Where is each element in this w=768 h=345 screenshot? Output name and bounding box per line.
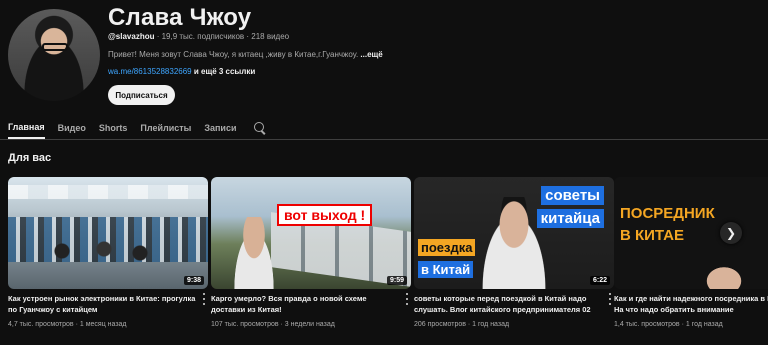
video-stats: 107 тыс. просмотров · 3 недели назад [211, 321, 335, 328]
video-thumbnail[interactable]: 9:38 [8, 177, 208, 289]
thumbnail-person [229, 217, 279, 289]
channel-links: wa.me/8613528832669 и ещё 3 ссылки [108, 67, 255, 76]
description-more[interactable]: ...ещё [360, 50, 382, 59]
thumbnail-overlay-line: ПОСРЕДНИК [620, 205, 715, 222]
video-duration: 9:59 [386, 276, 407, 285]
subscribe-button[interactable]: Подписаться [108, 85, 175, 105]
tab-videos[interactable]: Видео [58, 116, 86, 139]
more-vert-icon[interactable] [405, 293, 409, 305]
video-title[interactable]: Как устроен рынок электроники в Китае: п… [8, 293, 196, 315]
video-thumbnail[interactable]: вот выход ! 9:59 [211, 177, 411, 289]
avatar-glasses [42, 43, 68, 51]
video-card[interactable]: ПОСРЕДНИК В КИТАЕ Как и где найти надежно… [614, 177, 768, 328]
thumbnail-overlay-text: китайца [536, 209, 604, 228]
thumbnail-overlay-text: советы [541, 186, 604, 205]
tab-playlists[interactable]: Плейлисты [140, 116, 191, 139]
video-card[interactable]: вот выход ! 9:59 Карго умерло? Вся правд… [211, 177, 411, 328]
thumbnail-overlay-text: вот выход ! [277, 204, 373, 226]
search-icon[interactable] [253, 121, 267, 135]
tabs-divider [0, 139, 768, 140]
channel-meta: @slavazhou · 19,9 тыс. подписчиков · 218… [108, 32, 289, 41]
tab-shorts[interactable]: Shorts [99, 116, 128, 139]
video-duration: 9:38 [183, 276, 204, 285]
more-vert-icon[interactable] [608, 293, 612, 305]
video-stats: 206 просмотров · 1 год назад [414, 321, 510, 328]
channel-tabs: Главная Видео Shorts Плейлисты Записи [8, 116, 267, 139]
video-shelf: 9:38 Как устроен рынок электроники в Кит… [8, 177, 768, 345]
video-stats: 4,7 тыс. просмотров · 1 месяц назад [8, 321, 127, 328]
video-stats: 1,4 тыс. просмотров · 1 год назад [614, 321, 723, 328]
channel-name: Слава Чжоу [108, 4, 252, 31]
description-text: Привет! Меня зовут Слава Чжоу, я китаец … [108, 50, 361, 59]
video-title[interactable]: Как и где найти надежного посредника в К… [614, 293, 768, 315]
channel-avatar[interactable] [8, 9, 100, 101]
chevron-right-icon[interactable]: ❯ [720, 222, 742, 244]
thumbnail-overlay-text: ПОСРЕДНИК В КИТАЕ [620, 203, 715, 247]
channel-handle: @slavazhou [108, 32, 155, 41]
section-title: Для вас [8, 152, 52, 164]
more-vert-icon[interactable] [202, 293, 206, 305]
video-card[interactable]: 9:38 Как устроен рынок электроники в Кит… [8, 177, 208, 328]
thumbnail-overlay-line: В КИТАЕ [620, 227, 684, 244]
video-duration: 6:22 [589, 276, 610, 285]
video-thumbnail[interactable]: ПОСРЕДНИК В КИТАЕ [614, 177, 768, 289]
thumbnail-lights [8, 185, 208, 199]
channel-stats: · 19,9 тыс. подписчиков · 218 видео [154, 32, 290, 41]
thumbnail-overlay-text: поездка [418, 239, 476, 256]
channel-link[interactable]: wa.me/8613528832669 [108, 67, 192, 76]
video-card[interactable]: советы китайца поездка в Китай 6:22 сове… [414, 177, 614, 328]
channel-description[interactable]: Привет! Меня зовут Слава Чжоу, я китаец … [108, 50, 383, 59]
extra-links[interactable]: и ещё 3 ссылки [192, 67, 255, 76]
thumbnail-people [38, 239, 158, 279]
video-title[interactable]: Карго умерло? Вся правда о новой схеме д… [211, 293, 399, 315]
thumbnail-person [694, 257, 754, 289]
video-thumbnail[interactable]: советы китайца поездка в Китай 6:22 [414, 177, 614, 289]
video-title[interactable]: советы которые перед поездкой в Китай на… [414, 293, 602, 315]
tab-home[interactable]: Главная [8, 116, 45, 139]
thumbnail-overlay-text: в Китай [418, 261, 474, 278]
tab-posts[interactable]: Записи [204, 116, 236, 139]
